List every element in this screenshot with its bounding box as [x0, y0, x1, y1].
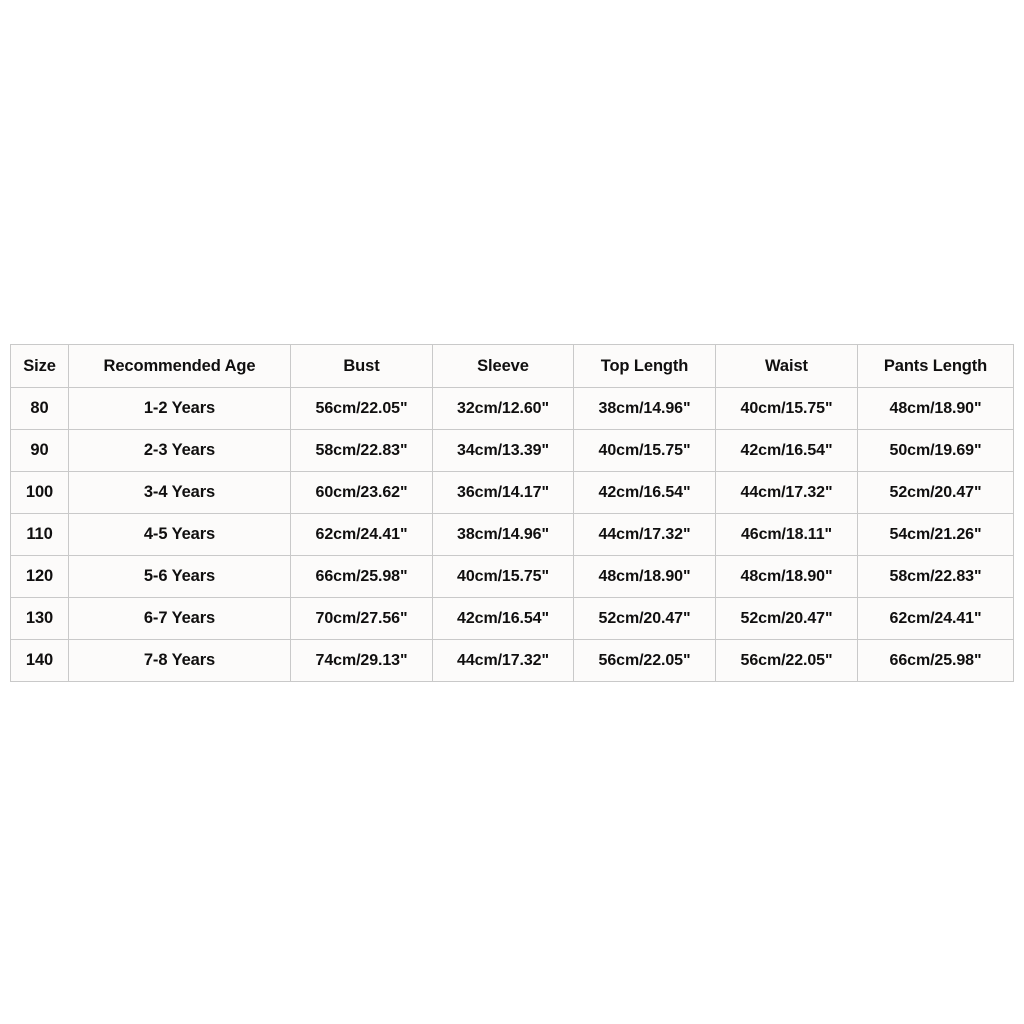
cell-size: 120 — [10, 555, 69, 598]
table-header-row: Size Recommended Age Bust Sleeve Top Len… — [10, 344, 1014, 388]
cell-top-length: 56cm/22.05" — [573, 639, 716, 682]
cell-pants-length: 66cm/25.98" — [857, 639, 1014, 682]
table-row: 80 1-2 Years 56cm/22.05" 32cm/12.60" 38c… — [10, 387, 1014, 430]
column-header-age: Recommended Age — [68, 344, 291, 388]
cell-size: 100 — [10, 471, 69, 514]
table-row: 120 5-6 Years 66cm/25.98" 40cm/15.75" 48… — [10, 555, 1014, 598]
cell-pants-length: 52cm/20.47" — [857, 471, 1014, 514]
cell-pants-length: 50cm/19.69" — [857, 429, 1014, 472]
cell-top-length: 52cm/20.47" — [573, 597, 716, 640]
cell-age: 2-3 Years — [68, 429, 291, 472]
cell-top-length: 38cm/14.96" — [573, 387, 716, 430]
column-header-top-length: Top Length — [573, 344, 716, 388]
cell-top-length: 44cm/17.32" — [573, 513, 716, 556]
cell-age: 5-6 Years — [68, 555, 291, 598]
cell-size: 140 — [10, 639, 69, 682]
cell-age: 1-2 Years — [68, 387, 291, 430]
cell-waist: 48cm/18.90" — [715, 555, 858, 598]
cell-sleeve: 34cm/13.39" — [432, 429, 574, 472]
table-body: 80 1-2 Years 56cm/22.05" 32cm/12.60" 38c… — [10, 387, 1014, 682]
cell-sleeve: 40cm/15.75" — [432, 555, 574, 598]
cell-bust: 56cm/22.05" — [290, 387, 433, 430]
cell-pants-length: 58cm/22.83" — [857, 555, 1014, 598]
cell-waist: 40cm/15.75" — [715, 387, 858, 430]
column-header-size: Size — [10, 344, 69, 388]
column-header-bust: Bust — [290, 344, 433, 388]
column-header-pants-length: Pants Length — [857, 344, 1014, 388]
cell-sleeve: 38cm/14.96" — [432, 513, 574, 556]
cell-bust: 74cm/29.13" — [290, 639, 433, 682]
cell-waist: 56cm/22.05" — [715, 639, 858, 682]
page-root: Size Recommended Age Bust Sleeve Top Len… — [0, 0, 1024, 1024]
cell-bust: 62cm/24.41" — [290, 513, 433, 556]
cell-size: 90 — [10, 429, 69, 472]
cell-pants-length: 54cm/21.26" — [857, 513, 1014, 556]
table-row: 100 3-4 Years 60cm/23.62" 36cm/14.17" 42… — [10, 471, 1014, 514]
cell-sleeve: 32cm/12.60" — [432, 387, 574, 430]
table-header: Size Recommended Age Bust Sleeve Top Len… — [10, 344, 1014, 388]
table-row: 140 7-8 Years 74cm/29.13" 44cm/17.32" 56… — [10, 639, 1014, 682]
cell-bust: 58cm/22.83" — [290, 429, 433, 472]
column-header-waist: Waist — [715, 344, 858, 388]
table-row: 110 4-5 Years 62cm/24.41" 38cm/14.96" 44… — [10, 513, 1014, 556]
cell-sleeve: 36cm/14.17" — [432, 471, 574, 514]
cell-top-length: 40cm/15.75" — [573, 429, 716, 472]
cell-age: 7-8 Years — [68, 639, 291, 682]
cell-bust: 66cm/25.98" — [290, 555, 433, 598]
cell-bust: 60cm/23.62" — [290, 471, 433, 514]
cell-age: 4-5 Years — [68, 513, 291, 556]
cell-size: 110 — [10, 513, 69, 556]
table-row: 90 2-3 Years 58cm/22.83" 34cm/13.39" 40c… — [10, 429, 1014, 472]
size-chart-table: Size Recommended Age Bust Sleeve Top Len… — [10, 344, 1014, 682]
cell-top-length: 48cm/18.90" — [573, 555, 716, 598]
cell-pants-length: 48cm/18.90" — [857, 387, 1014, 430]
table-row: 130 6-7 Years 70cm/27.56" 42cm/16.54" 52… — [10, 597, 1014, 640]
cell-age: 3-4 Years — [68, 471, 291, 514]
column-header-sleeve: Sleeve — [432, 344, 574, 388]
cell-sleeve: 44cm/17.32" — [432, 639, 574, 682]
cell-bust: 70cm/27.56" — [290, 597, 433, 640]
cell-waist: 52cm/20.47" — [715, 597, 858, 640]
size-chart-container: Size Recommended Age Bust Sleeve Top Len… — [10, 344, 1014, 682]
cell-sleeve: 42cm/16.54" — [432, 597, 574, 640]
cell-top-length: 42cm/16.54" — [573, 471, 716, 514]
cell-waist: 44cm/17.32" — [715, 471, 858, 514]
cell-pants-length: 62cm/24.41" — [857, 597, 1014, 640]
cell-waist: 42cm/16.54" — [715, 429, 858, 472]
cell-age: 6-7 Years — [68, 597, 291, 640]
cell-waist: 46cm/18.11" — [715, 513, 858, 556]
cell-size: 80 — [10, 387, 69, 430]
cell-size: 130 — [10, 597, 69, 640]
